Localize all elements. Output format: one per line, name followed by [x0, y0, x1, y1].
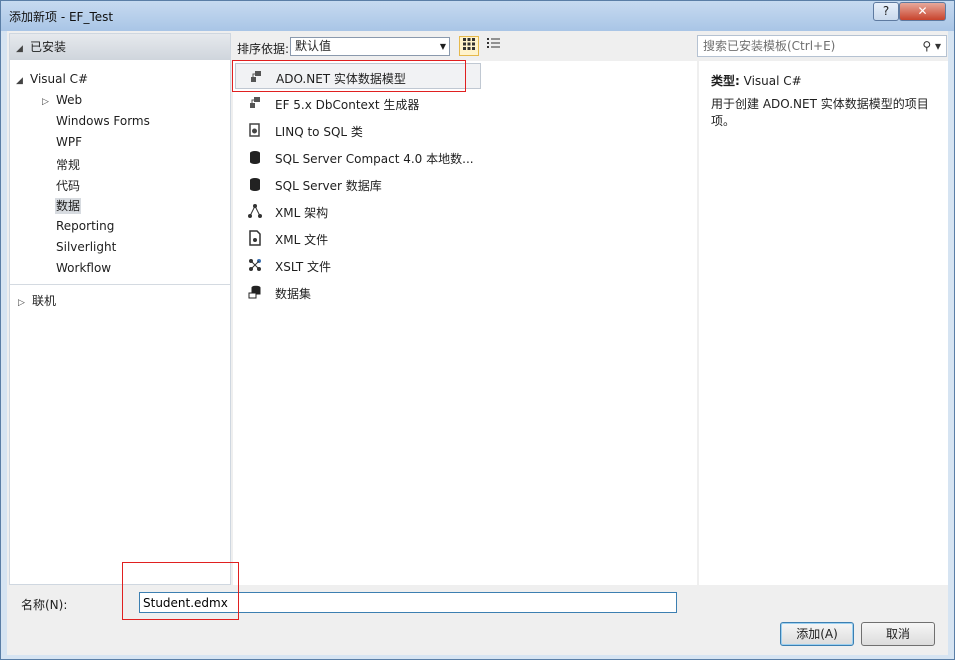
- expand-arrow-icon: ▷: [18, 298, 25, 308]
- name-input[interactable]: [139, 592, 677, 613]
- expand-arrow-icon: ▷: [42, 97, 49, 107]
- grid-view-icon: [463, 38, 475, 50]
- entity-model-icon: [248, 69, 264, 85]
- tree-item-online[interactable]: ▷ 联机: [18, 292, 56, 309]
- tree-item-visual-csharp[interactable]: ◢ Visual C#: [16, 72, 88, 86]
- collapse-arrow-icon: ◢: [16, 76, 23, 86]
- cancel-button[interactable]: 取消: [861, 622, 935, 646]
- template-label: SQL Server 数据库: [275, 179, 382, 193]
- installed-header[interactable]: ◢ 已安装: [10, 34, 230, 60]
- template-label: XML 文件: [275, 233, 329, 247]
- template-label: 数据集: [275, 287, 312, 301]
- template-item-ef-dbcontext-generator[interactable]: EF 5.x DbContext 生成器: [235, 90, 481, 116]
- tree-item-label: Silverlight: [56, 240, 117, 254]
- xslt-icon: [247, 257, 263, 273]
- tree-item-windows-forms[interactable]: Windows Forms: [56, 114, 150, 128]
- template-label: XSLT 文件: [275, 260, 332, 274]
- search-icon[interactable]: ⚲ ▾: [922, 36, 941, 56]
- template-list: ADO.NET 实体数据模型 EF 5.x DbContext 生成器 LINQ…: [233, 61, 697, 585]
- tree-item-label: 联机: [32, 294, 57, 308]
- tree-item-silverlight[interactable]: Silverlight: [56, 240, 116, 254]
- installed-label: 已安装: [30, 40, 67, 54]
- tree-item-reporting[interactable]: Reporting: [56, 219, 114, 233]
- sort-by-dropdown[interactable]: 默认值 ▼: [290, 37, 450, 56]
- list-view-icon: [486, 38, 500, 48]
- tree-item-label: Web: [56, 93, 83, 107]
- tree-item-label: WPF: [56, 135, 83, 149]
- tree-item-label: 常规: [56, 158, 81, 172]
- type-label: 类型:: [711, 74, 740, 88]
- sort-toolbar: 排序依据: 默认值 ▼: [233, 35, 695, 59]
- template-label: XML 架构: [275, 206, 329, 220]
- template-item-sql-compact[interactable]: SQL Server Compact 4.0 本地数...: [235, 144, 481, 170]
- template-item-xml-schema[interactable]: XML 架构: [235, 198, 481, 224]
- dialog-body: ◢ 已安装 ◢ Visual C# ▷ Web Windows Forms WPF 常…: [7, 31, 948, 655]
- database-icon: [247, 176, 263, 192]
- dataset-icon: [247, 284, 263, 300]
- tree-item-workflow[interactable]: Workflow: [56, 261, 111, 275]
- tree-item-label: Visual C#: [30, 72, 89, 86]
- template-details-pane: 类型: Visual C# 用于创建 ADO.NET 实体数据模型的项目项。: [699, 61, 948, 585]
- template-label: LINQ to SQL 类: [275, 125, 363, 139]
- template-item-linq-to-sql[interactable]: LINQ to SQL 类: [235, 117, 481, 143]
- template-item-xml-file[interactable]: XML 文件: [235, 225, 481, 251]
- window-title: 添加新项 - EF_Test: [9, 10, 114, 24]
- tree-item-wpf[interactable]: WPF: [56, 135, 82, 149]
- template-item-sql-server-database[interactable]: SQL Server 数据库: [235, 171, 481, 197]
- close-button[interactable]: ✕: [899, 2, 946, 21]
- template-label: ADO.NET 实体数据模型: [276, 72, 406, 86]
- template-label: EF 5.x DbContext 生成器: [275, 98, 420, 112]
- template-category-pane: ◢ 已安装 ◢ Visual C# ▷ Web Windows Forms WPF 常…: [9, 33, 231, 585]
- template-item-ado-net-entity-model[interactable]: ADO.NET 实体数据模型: [235, 63, 481, 89]
- xml-file-icon: [247, 230, 263, 246]
- add-button[interactable]: 添加(A): [780, 622, 854, 646]
- medium-icons-view-button[interactable]: [459, 36, 479, 56]
- linq-icon: [247, 122, 263, 138]
- xml-schema-icon: [247, 203, 263, 219]
- help-button[interactable]: ?: [873, 2, 899, 21]
- tree-item-web[interactable]: ▷ Web: [42, 93, 82, 107]
- template-item-dataset[interactable]: 数据集: [235, 279, 481, 305]
- small-icons-view-button[interactable]: [483, 36, 503, 56]
- tree-item-code[interactable]: 代码: [56, 177, 80, 194]
- tree-item-label: 数据: [55, 198, 82, 214]
- tree-item-label: Reporting: [56, 219, 115, 233]
- entity-model-icon: [247, 95, 263, 111]
- tree-item-label: Workflow: [56, 261, 112, 275]
- tree-item-data[interactable]: 数据: [55, 197, 82, 214]
- tree-item-label: 代码: [56, 179, 81, 193]
- chevron-down-icon: ▼: [439, 42, 446, 51]
- tree-item-general[interactable]: 常规: [56, 156, 80, 173]
- type-value: Visual C#: [743, 74, 802, 88]
- name-field-label: 名称(N):: [21, 598, 68, 612]
- tree-divider: [10, 284, 230, 285]
- template-label: SQL Server Compact 4.0 本地数...: [275, 152, 474, 166]
- template-type: 类型: Visual C#: [711, 72, 802, 89]
- title-bar: 添加新项 - EF_Test ? ✕: [1, 1, 954, 31]
- search-installed-templates-input[interactable]: 搜索已安装模板(Ctrl+E) ⚲ ▾: [697, 35, 947, 57]
- template-item-xslt-file[interactable]: XSLT 文件: [235, 252, 481, 278]
- sort-by-value: 默认值: [295, 39, 332, 53]
- collapse-arrow-icon: ◢: [16, 44, 23, 54]
- add-new-item-dialog: 添加新项 - EF_Test ? ✕ ◢ 已安装 ◢ Visual C# ▷ Web …: [0, 0, 955, 660]
- template-description: 用于创建 ADO.NET 实体数据模型的项目项。: [711, 97, 929, 128]
- sort-by-label: 排序依据:: [237, 42, 290, 56]
- tree-item-label: Windows Forms: [56, 114, 150, 128]
- database-icon: [247, 149, 263, 165]
- search-placeholder: 搜索已安装模板(Ctrl+E): [703, 39, 836, 53]
